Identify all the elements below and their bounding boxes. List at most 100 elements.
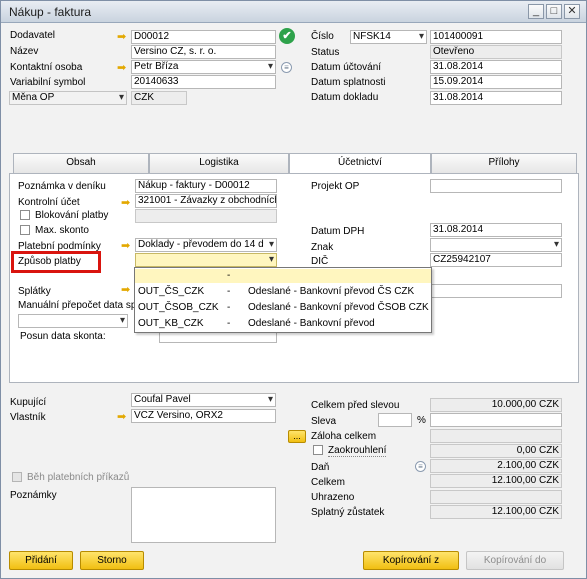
vlastnik-label: Vlastník [10,412,46,423]
window-title: Nákup - faktura [9,5,92,19]
copy-to-button[interactable]: Kopírování do [466,551,564,570]
zaloha-label: Záloha celkem [311,431,377,442]
dic-label: DIČ [311,256,329,267]
kontrolni-label: Kontrolní účet [18,197,80,208]
zaloha-button[interactable]: ... [288,430,306,443]
kontakt-select[interactable]: Petr Bříza [131,60,276,74]
splatny-field: 12.100,00 CZK [430,505,562,519]
link-arrow-icon[interactable]: ➡ [121,198,133,209]
link-arrow-icon[interactable]: ➡ [121,241,133,252]
datum-uctovani-label: Datum účtování [311,62,382,73]
info-icon[interactable]: ≡ [415,461,426,472]
dodavatel-field[interactable]: D00012 [131,30,276,44]
uhrazeno-field [430,490,562,504]
znak-select[interactable] [430,238,562,252]
projekt-field[interactable] [430,179,562,193]
blokovani-field [135,209,277,223]
datum-dph-field[interactable]: 31.08.2014 [430,223,562,237]
link-arrow-icon[interactable]: ➡ [117,63,129,74]
poznamky-textarea[interactable] [131,487,276,543]
link-arrow-icon[interactable]: ➡ [121,285,133,296]
check-icon: ✔ [279,28,295,44]
celkem-field: 12.100,00 CZK [430,474,562,488]
tab-obsah[interactable]: Obsah [13,153,149,173]
uhrazeno-label: Uhrazeno [311,492,355,503]
manualni-label: Manuální přepočet data sp [18,300,137,311]
nazev-label: Název [10,46,39,57]
dan-field: 2.100,00 CZK [430,459,562,473]
zaokrouhleni-label: Zaokrouhlení [328,445,387,457]
cislo-label: Číslo [311,31,334,42]
sleva-pct-sign: % [417,415,426,426]
tab-logistika[interactable]: Logistika [149,153,289,173]
znak-label: Znak [311,242,334,253]
varsym-field[interactable]: 20140633 [131,75,276,89]
tab-ucetnictvi[interactable]: Účetnictví [289,153,431,175]
dic-field[interactable]: CZ25942107 [430,253,562,267]
zpusob-select[interactable] [135,253,277,267]
kupujici-label: Kupující [10,397,47,408]
beh-checkbox[interactable] [12,472,22,482]
splatky-label: Splátky [18,286,51,297]
info-icon[interactable]: ≡ [281,62,292,73]
zpusob-highlight [11,251,101,273]
zaloha-field [430,429,562,443]
blokovani-label: Blokování platby [35,210,109,221]
dropdown-option[interactable]: OUT_ČSOB_CZK - Odeslané - Bankovní převo… [135,301,431,315]
splatny-label: Splatný zůstatek [311,507,385,518]
series-select[interactable]: NFSK14 [350,30,427,44]
max-skonto-checkbox[interactable] [20,225,30,235]
varsym-label: Variabilní symbol [10,77,86,88]
mena-select[interactable]: Měna OP [9,91,127,105]
kontrolni-field[interactable]: 321001 - Závazky z obchodních [135,194,277,208]
add-button[interactable]: Přidání [9,551,73,570]
zaokrouhleni-field: 0,00 CZK [430,444,562,458]
link-arrow-icon[interactable]: ➡ [117,412,129,423]
sleva-field[interactable] [430,413,562,427]
datum-splatnosti-label: Datum splatnosti [311,77,386,88]
datum-uctovani-field[interactable]: 31.08.2014 [430,60,562,74]
close-button[interactable]: ✕ [564,4,580,19]
payment-method-dropdown: - OUT_ČS_CZK - Odeslané - Bankovní převo… [134,267,432,333]
minimize-button[interactable]: _ [528,4,544,19]
dodavatel-label: Dodavatel [10,30,56,41]
manualni-select[interactable] [18,314,128,328]
copy-from-button[interactable]: Kopírování z [363,551,459,570]
datum-dph-label: Datum DPH [311,226,365,237]
datum-splatnosti-field[interactable]: 15.09.2014 [430,75,562,89]
kupujici-select[interactable]: Coufal Pavel [131,393,276,407]
maximize-button[interactable]: □ [546,4,562,19]
mena-field: CZK [131,91,187,105]
celkem-pred-label: Celkem před slevou [311,400,400,411]
kontakt-label: Kontaktní osoba [10,62,83,73]
celkem-label: Celkem [311,477,345,488]
poznamky-label: Poznámky [10,490,57,501]
beh-label: Běh platebních příkazů [27,472,130,483]
dropdown-option[interactable]: OUT_ČS_CZK - Odeslané - Bankovní převod … [135,285,431,299]
dropdown-option[interactable]: OUT_KB_CZK - Odeslané - Bankovní převod [135,317,431,331]
status-field: Otevřeno [430,45,562,59]
poznamka-field[interactable]: Nákup - faktury - D00012 [135,179,277,193]
zaokrouhleni-checkbox[interactable] [313,445,323,455]
cancel-button[interactable]: Storno [80,551,144,570]
datum-dokladu-field[interactable]: 31.08.2014 [430,91,562,105]
sleva-label: Sleva [311,416,337,427]
poznamka-label: Poznámka v deníku [18,181,106,192]
invoice-window: Nákup - faktura _ □ ✕ Dodavatel ➡ D00012… [0,0,587,579]
max-skonto-label: Max. skonto [35,225,89,236]
title-bar: Nákup - faktura _ □ ✕ [1,1,586,23]
blokovani-checkbox[interactable] [20,210,30,220]
datum-dokladu-label: Datum dokladu [311,92,379,103]
dan-label: Daň [311,462,330,473]
vlastnik-field[interactable]: VCZ Versino, ORX2 [131,409,276,423]
nazev-field[interactable]: Versino CZ, s. r. o. [131,45,276,59]
posun-label: Posun data skonta: [20,331,106,342]
celkem-pred-field: 10.000,00 CZK [430,398,562,412]
sleva-pct-field[interactable] [378,413,412,427]
dropdown-option[interactable]: - [135,269,431,283]
link-arrow-icon[interactable]: ➡ [117,32,129,43]
platebni-select[interactable]: Doklady - převodem do 14 d [135,238,277,252]
splatky-right-field[interactable] [430,284,562,298]
cislo-field[interactable]: 101400091 [430,30,562,44]
tab-prilohy[interactable]: Přílohy [431,153,577,173]
